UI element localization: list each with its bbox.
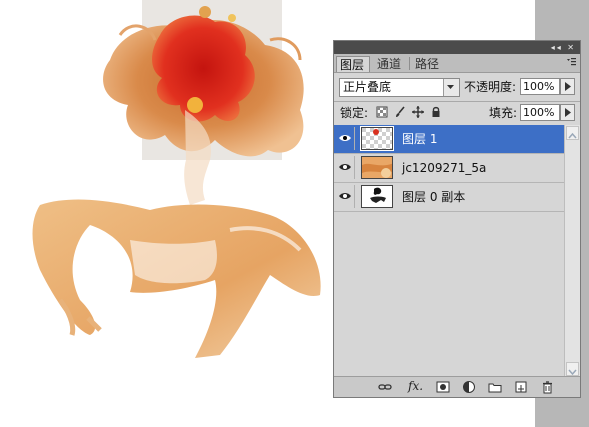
- layers-list: 图层 1 jc1209271_5a 图层 0 副本: [334, 125, 564, 377]
- delete-icon[interactable]: [540, 380, 554, 394]
- layer-thumbnail: [361, 185, 393, 208]
- close-icon[interactable]: ✕: [567, 43, 576, 52]
- layer-thumbnail: [360, 126, 394, 151]
- fill-slider-button[interactable]: [560, 104, 575, 121]
- panel-menu-icon[interactable]: [566, 57, 576, 67]
- lock-label: 锁定:: [340, 106, 369, 120]
- layers-panel: ◂◂ ✕ 图层 通道 路径 正片叠底 不透明度: 100% 锁定: 填充: 10…: [333, 40, 581, 398]
- collapse-icon[interactable]: ◂◂: [551, 43, 563, 52]
- chevron-up-icon: [568, 132, 577, 139]
- visibility-toggle[interactable]: [336, 127, 355, 150]
- canvas-artwork: [32, 0, 321, 358]
- layers-scrollbar[interactable]: [564, 125, 580, 377]
- layer-name: 图层 0 副本: [402, 190, 466, 204]
- panel-titlebar[interactable]: ◂◂ ✕: [334, 41, 580, 54]
- new-layer-icon[interactable]: [514, 380, 528, 394]
- eye-icon: [339, 193, 351, 199]
- tab-paths[interactable]: 路径: [412, 56, 446, 72]
- layers-bottom-toolbar: fx.: [334, 376, 580, 397]
- fill-label: 填充:: [489, 106, 518, 120]
- lock-transparent-icon[interactable]: [376, 106, 388, 118]
- layer-thumbnail: [361, 156, 393, 179]
- arrow-right-icon: [565, 82, 571, 91]
- eye-icon: [339, 135, 351, 141]
- blend-mode-select[interactable]: 正片叠底: [339, 78, 460, 97]
- adjustment-layer-icon[interactable]: [462, 380, 476, 394]
- layer-name: 图层 1: [402, 132, 438, 146]
- add-mask-icon[interactable]: [436, 380, 450, 394]
- divider: [334, 101, 580, 102]
- blend-mode-value: 正片叠底: [343, 80, 392, 94]
- tab-separator: [409, 57, 410, 70]
- opacity-label: 不透明度:: [464, 80, 517, 94]
- visibility-toggle[interactable]: [336, 156, 355, 179]
- eye-icon: [339, 164, 351, 170]
- scroll-up-button[interactable]: [566, 126, 579, 140]
- lock-all-icon[interactable]: [430, 106, 442, 118]
- opacity-input[interactable]: 100%: [520, 78, 560, 95]
- tab-layers[interactable]: 图层: [336, 56, 370, 72]
- scroll-down-button[interactable]: [566, 362, 579, 376]
- layer-name: jc1209271_5a: [402, 161, 487, 175]
- visibility-toggle[interactable]: [336, 185, 355, 208]
- panel-tabs: 图层 通道 路径: [334, 54, 580, 73]
- layer-row-layer-0-copy[interactable]: 图层 0 副本: [334, 183, 564, 212]
- link-layers-icon[interactable]: [378, 380, 392, 394]
- chevron-down-icon[interactable]: [443, 79, 459, 96]
- new-group-icon[interactable]: [488, 380, 502, 394]
- opacity-slider-button[interactable]: [560, 78, 575, 95]
- arrow-right-icon: [565, 108, 571, 117]
- fill-input[interactable]: 100%: [520, 104, 560, 121]
- layer-row-layer-1[interactable]: 图层 1: [334, 125, 564, 154]
- tab-channels[interactable]: 通道: [374, 56, 408, 72]
- layer-row-jc1209271[interactable]: jc1209271_5a: [334, 154, 564, 183]
- fx-icon[interactable]: fx.: [408, 379, 423, 393]
- lock-paint-icon[interactable]: [394, 106, 406, 118]
- lock-move-icon[interactable]: [412, 106, 424, 118]
